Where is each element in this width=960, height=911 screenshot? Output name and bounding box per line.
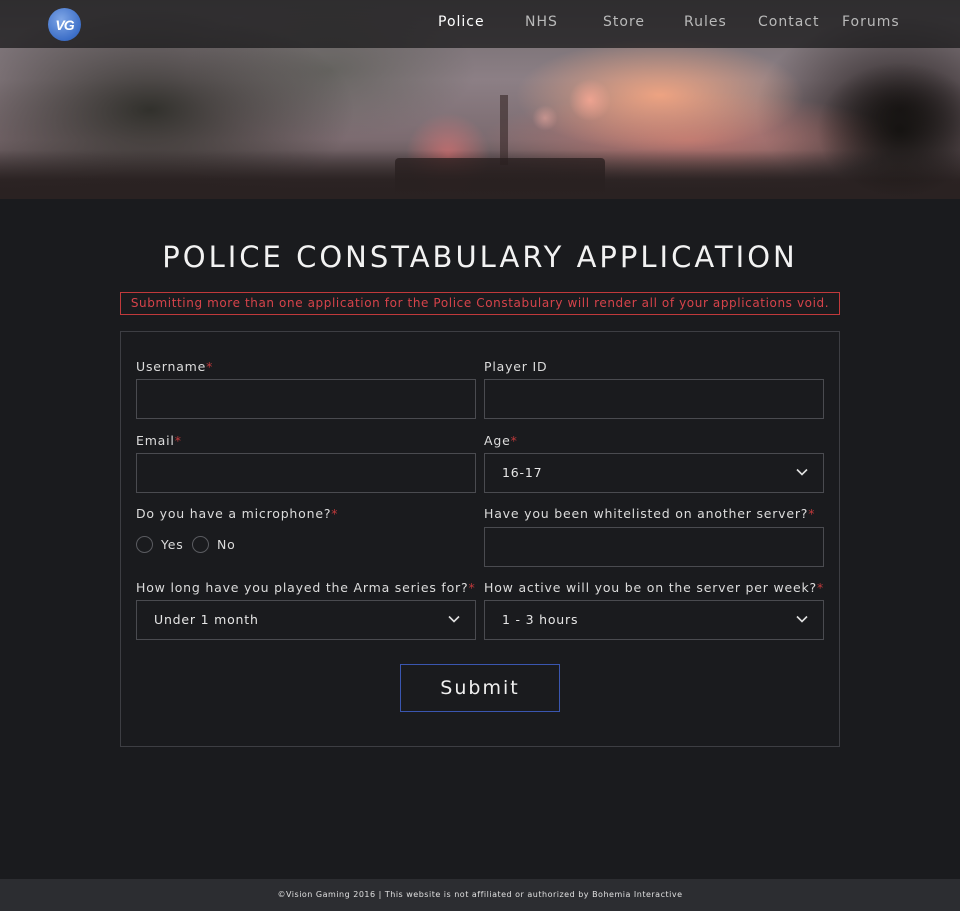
player-id-input[interactable]: [484, 379, 824, 419]
activity-select[interactable]: 1 - 3 hours: [484, 600, 824, 640]
age-label: Age*: [484, 433, 518, 448]
nav-link-contact[interactable]: Contact: [758, 14, 819, 30]
microphone-no-label[interactable]: No: [217, 537, 236, 552]
activity-select-value: 1 - 3 hours: [502, 612, 579, 627]
microphone-label: Do you have a microphone?*: [136, 506, 339, 521]
activity-label: How active will you be on the server per…: [484, 580, 825, 595]
submit-button[interactable]: Submit: [400, 664, 560, 712]
site-logo[interactable]: VG: [48, 8, 81, 41]
hero-trees: [790, 40, 960, 199]
whitelisted-input[interactable]: [484, 527, 824, 567]
microphone-yes-label[interactable]: Yes: [161, 537, 184, 552]
chevron-down-icon: [448, 615, 460, 623]
footer-text: ©Vision Gaming 2016 | This website is no…: [277, 890, 683, 899]
page-title: POLICE CONSTABULARY APPLICATION: [162, 240, 798, 274]
age-select[interactable]: 16-17: [484, 453, 824, 493]
username-label: Username*: [136, 359, 214, 374]
required-marker: *: [468, 580, 476, 595]
nav-link-forums[interactable]: Forums: [842, 14, 900, 30]
microphone-no-radio[interactable]: [192, 536, 209, 553]
required-marker: *: [816, 580, 825, 595]
nav-link-rules[interactable]: Rules: [684, 14, 727, 30]
logo-text: VG: [55, 16, 74, 33]
warning-banner: Submitting more than one application for…: [120, 292, 840, 315]
chevron-down-icon: [796, 615, 808, 623]
email-label: Email*: [136, 433, 182, 448]
required-marker: *: [510, 433, 518, 448]
email-input[interactable]: [136, 453, 476, 493]
navbar: VG Police NHS Store Rules Contact Forums: [0, 0, 960, 48]
required-marker: *: [331, 506, 339, 521]
arma-duration-label: How long have you played the Arma series…: [136, 580, 476, 595]
microphone-yes-radio[interactable]: [136, 536, 153, 553]
required-marker: *: [808, 506, 816, 521]
arma-duration-select-value: Under 1 month: [154, 612, 259, 627]
age-select-value: 16-17: [502, 465, 543, 480]
chevron-down-icon: [796, 468, 808, 476]
player-id-label: Player ID: [484, 359, 548, 374]
required-marker: *: [174, 433, 182, 448]
required-marker: *: [206, 359, 214, 374]
nav-link-police[interactable]: Police: [438, 14, 485, 30]
footer: ©Vision Gaming 2016 | This website is no…: [0, 879, 960, 911]
username-input[interactable]: [136, 379, 476, 419]
arma-duration-select[interactable]: Under 1 month: [136, 600, 476, 640]
whitelisted-label: Have you been whitelisted on another ser…: [484, 506, 816, 521]
nav-link-nhs[interactable]: NHS: [525, 14, 558, 30]
nav-link-store[interactable]: Store: [603, 14, 645, 30]
